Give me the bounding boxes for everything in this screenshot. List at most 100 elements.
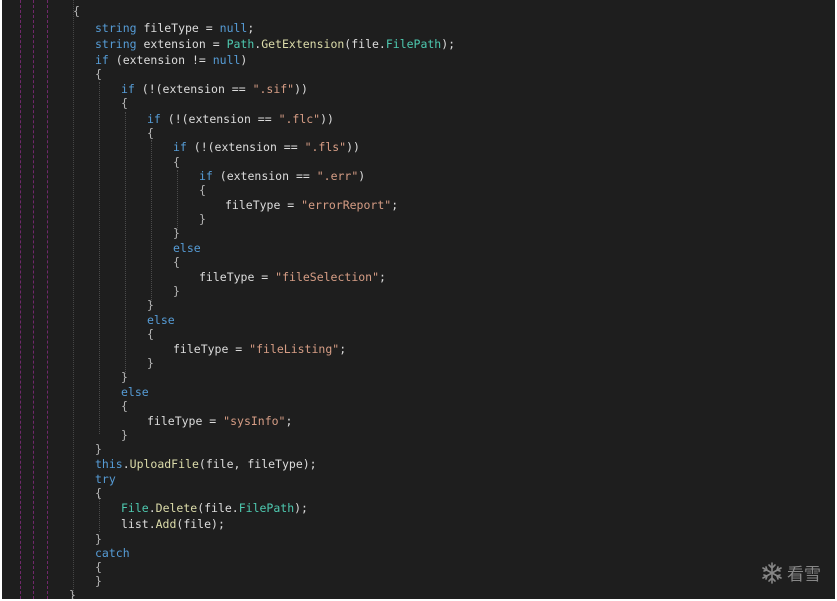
code-token: ; (391, 198, 399, 212)
code-token: } (95, 574, 102, 588)
code-line: } (147, 298, 154, 313)
code-token: )) (346, 140, 360, 154)
code-line: } (95, 442, 102, 457)
code-token: (!(extension == (186, 140, 305, 154)
indent-guide (73, 0, 74, 599)
indent-guide (20, 0, 21, 599)
code-token: { (95, 486, 102, 500)
code-token: if (199, 169, 213, 183)
screenshot-canvas: {string fileType = null; string extension… (0, 0, 837, 601)
code-line: string fileType = null; (95, 21, 254, 36)
code-token: } (69, 588, 76, 599)
code-token: (!(extension == (134, 82, 253, 96)
code-token: null (219, 21, 248, 35)
code-token: fileType = (136, 21, 220, 35)
code-line: string extension = Path.GetExtension(fil… (95, 37, 455, 52)
code-token: { (95, 560, 102, 574)
code-line: { (95, 67, 102, 82)
code-token: ); (294, 501, 308, 515)
code-token: (file, fileType); (198, 457, 317, 471)
code-token: Delete (155, 501, 198, 515)
code-line: { (147, 327, 154, 342)
code-token: } (199, 212, 206, 226)
code-token: "fileListing" (249, 342, 340, 356)
indent-guide (47, 0, 48, 599)
code-token: { (95, 67, 102, 81)
code-token: list. (121, 517, 156, 531)
code-token: { (121, 96, 128, 110)
code-token: if (173, 140, 187, 154)
code-line: { (95, 486, 102, 501)
code-line: } (121, 370, 128, 385)
code-line: } (173, 284, 180, 299)
code-line: { (73, 4, 80, 19)
code-token: } (147, 298, 154, 312)
code-token: ".sif" (252, 82, 295, 96)
code-token: { (121, 399, 128, 413)
code-token: ".flc" (278, 112, 321, 126)
code-line: } (121, 428, 128, 443)
code-token: extension = (136, 37, 227, 51)
code-token: "fileSelection" (275, 270, 380, 284)
code-token: { (199, 183, 206, 197)
code-token: { (147, 126, 154, 140)
code-line: { (121, 96, 128, 111)
code-line: } (95, 532, 102, 547)
code-token: if (95, 53, 109, 67)
code-line: catch (95, 546, 130, 561)
code-token: ) (240, 53, 248, 67)
code-token: } (173, 226, 180, 240)
code-token: { (173, 255, 180, 269)
code-token: catch (95, 546, 130, 560)
code-token: (file. (344, 37, 386, 51)
code-line: else (173, 241, 201, 256)
code-line: fileType = "fileSelection"; (199, 270, 386, 285)
code-token: if (147, 112, 161, 126)
code-line: { (199, 183, 206, 198)
indent-guide (99, 496, 100, 532)
code-token: (extension == (212, 169, 317, 183)
code-token: this (95, 457, 123, 471)
code-token: { (147, 327, 154, 341)
code-line: else (147, 313, 175, 328)
code-line: fileType = "errorReport"; (225, 198, 398, 213)
code-line: File.Delete(file.FilePath); (121, 501, 308, 516)
code-token: try (95, 472, 116, 486)
code-line: { (147, 126, 154, 141)
code-line: if (!(extension == ".flc")) (147, 112, 334, 127)
indent-guide (177, 170, 178, 230)
code-token: { (173, 155, 180, 169)
code-line: if (!(extension == ".fls")) (173, 140, 360, 155)
indent-guide (99, 82, 100, 434)
code-token: ; (379, 270, 386, 284)
code-token: (!(extension == (160, 112, 279, 126)
code-token: } (147, 356, 154, 370)
code-token: ; (247, 21, 255, 35)
code-line: list.Add(file); (121, 517, 225, 532)
code-token: else (121, 385, 149, 399)
code-token: (file. (197, 501, 239, 515)
code-token: { (73, 4, 80, 18)
code-token: } (121, 428, 128, 442)
code-token: File (121, 501, 149, 515)
code-line: } (95, 574, 102, 589)
code-token: } (173, 284, 180, 298)
indent-guide (125, 112, 126, 374)
code-line: else (121, 385, 149, 400)
code-line: { (95, 560, 102, 575)
code-token: fileType = (199, 270, 276, 284)
code-line: if (!(extension == ".sif")) (121, 82, 308, 97)
code-line: } (173, 226, 180, 241)
code-token: "sysInfo" (223, 414, 286, 428)
code-token: } (121, 370, 128, 384)
code-line: fileType = "fileListing"; (173, 342, 346, 357)
code-token: else (173, 241, 201, 255)
code-token: ; (285, 414, 293, 428)
code-token: } (95, 442, 102, 456)
code-token: string (95, 37, 137, 51)
code-line: if (extension == ".err") (199, 169, 365, 184)
code-editor[interactable]: {string fileType = null; string extension… (2, 0, 835, 599)
code-token: FilePath (238, 501, 295, 515)
code-token: ); (441, 37, 456, 51)
code-line: } (69, 588, 76, 599)
